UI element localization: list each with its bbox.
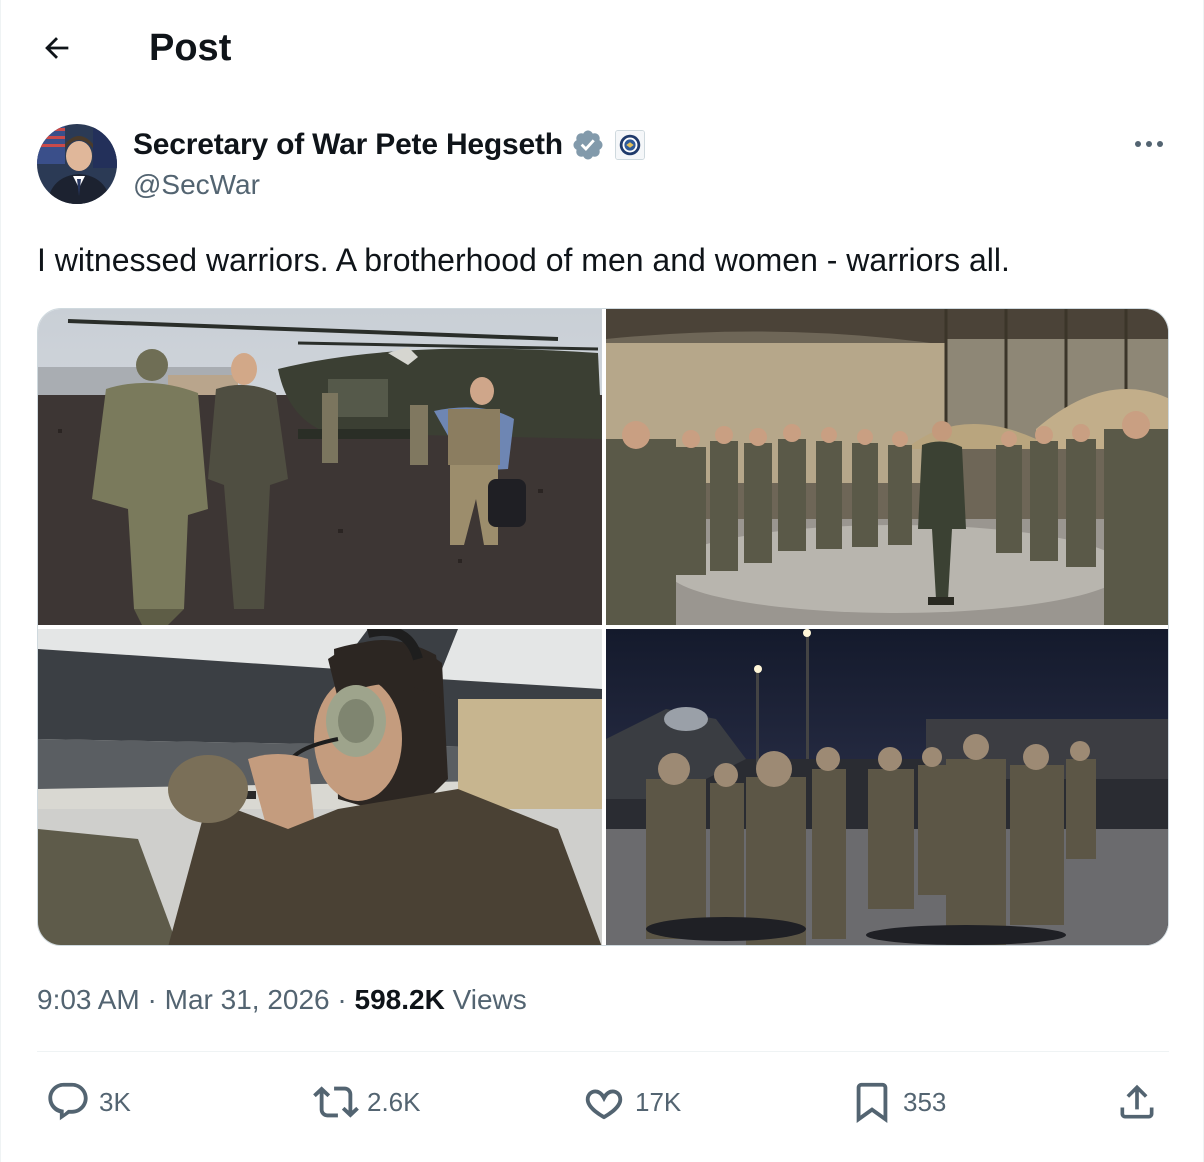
department-seal-icon[interactable] (614, 130, 645, 160)
speech-bubble-icon (48, 1082, 88, 1121)
more-options-button[interactable] (1129, 128, 1169, 160)
media-gutter-horizontal (38, 625, 1168, 629)
share-button[interactable] (1115, 1080, 1167, 1124)
like-button[interactable]: 17K (581, 1080, 681, 1124)
arrow-left-icon (45, 37, 69, 59)
divider (37, 1051, 1169, 1052)
back-button[interactable] (35, 26, 79, 70)
avatar[interactable] (37, 124, 117, 204)
post-time[interactable]: 9:03 AM (37, 984, 140, 1015)
photo-hangar-briefing[interactable] (606, 309, 1168, 625)
reply-button[interactable]: 3K (45, 1080, 131, 1124)
post-meta: 9:03 AM · Mar 31, 2026 · 598.2K Views (37, 980, 527, 1020)
verified-badge-icon[interactable] (571, 128, 605, 162)
more-horizontal-icon (1135, 141, 1163, 147)
post-page: Post Secretary of War Pete Hegseth @SecW… (0, 0, 1204, 1162)
post-text: I witnessed warriors. A brotherhood of m… (37, 242, 1010, 278)
meta-separator-2: · (329, 984, 355, 1015)
like-count: 17K (635, 1086, 682, 1117)
photo-helicopter-arrival[interactable] (38, 309, 602, 625)
reply-count: 3K (99, 1086, 131, 1117)
share-upload-icon (1120, 1084, 1154, 1119)
views-count: 598.2K (354, 984, 445, 1015)
views-label: Views (444, 984, 527, 1015)
author-handle[interactable]: @SecWar (133, 168, 260, 202)
post-header: Post (1, 0, 1203, 94)
author-display-name[interactable]: Secretary of War Pete Hegseth (133, 128, 563, 162)
author-name-row: Secretary of War Pete Hegseth (133, 126, 645, 164)
repost-count: 2.6K (367, 1086, 421, 1117)
repost-button[interactable]: 2.6K (313, 1080, 421, 1124)
meta-separator: · (139, 984, 165, 1015)
page-title: Post (149, 27, 232, 69)
photo-headset-closeup[interactable] (38, 629, 602, 945)
bookmark-icon (856, 1082, 888, 1123)
bookmark-button[interactable]: 353 (849, 1080, 946, 1124)
repost-arrows-icon (313, 1086, 359, 1118)
heart-icon (585, 1089, 623, 1120)
media-grid (37, 308, 1169, 946)
post-date[interactable]: Mar 31, 2026 (165, 984, 330, 1015)
bookmark-count: 353 (903, 1086, 947, 1117)
photo-night-flightline[interactable] (606, 629, 1168, 945)
